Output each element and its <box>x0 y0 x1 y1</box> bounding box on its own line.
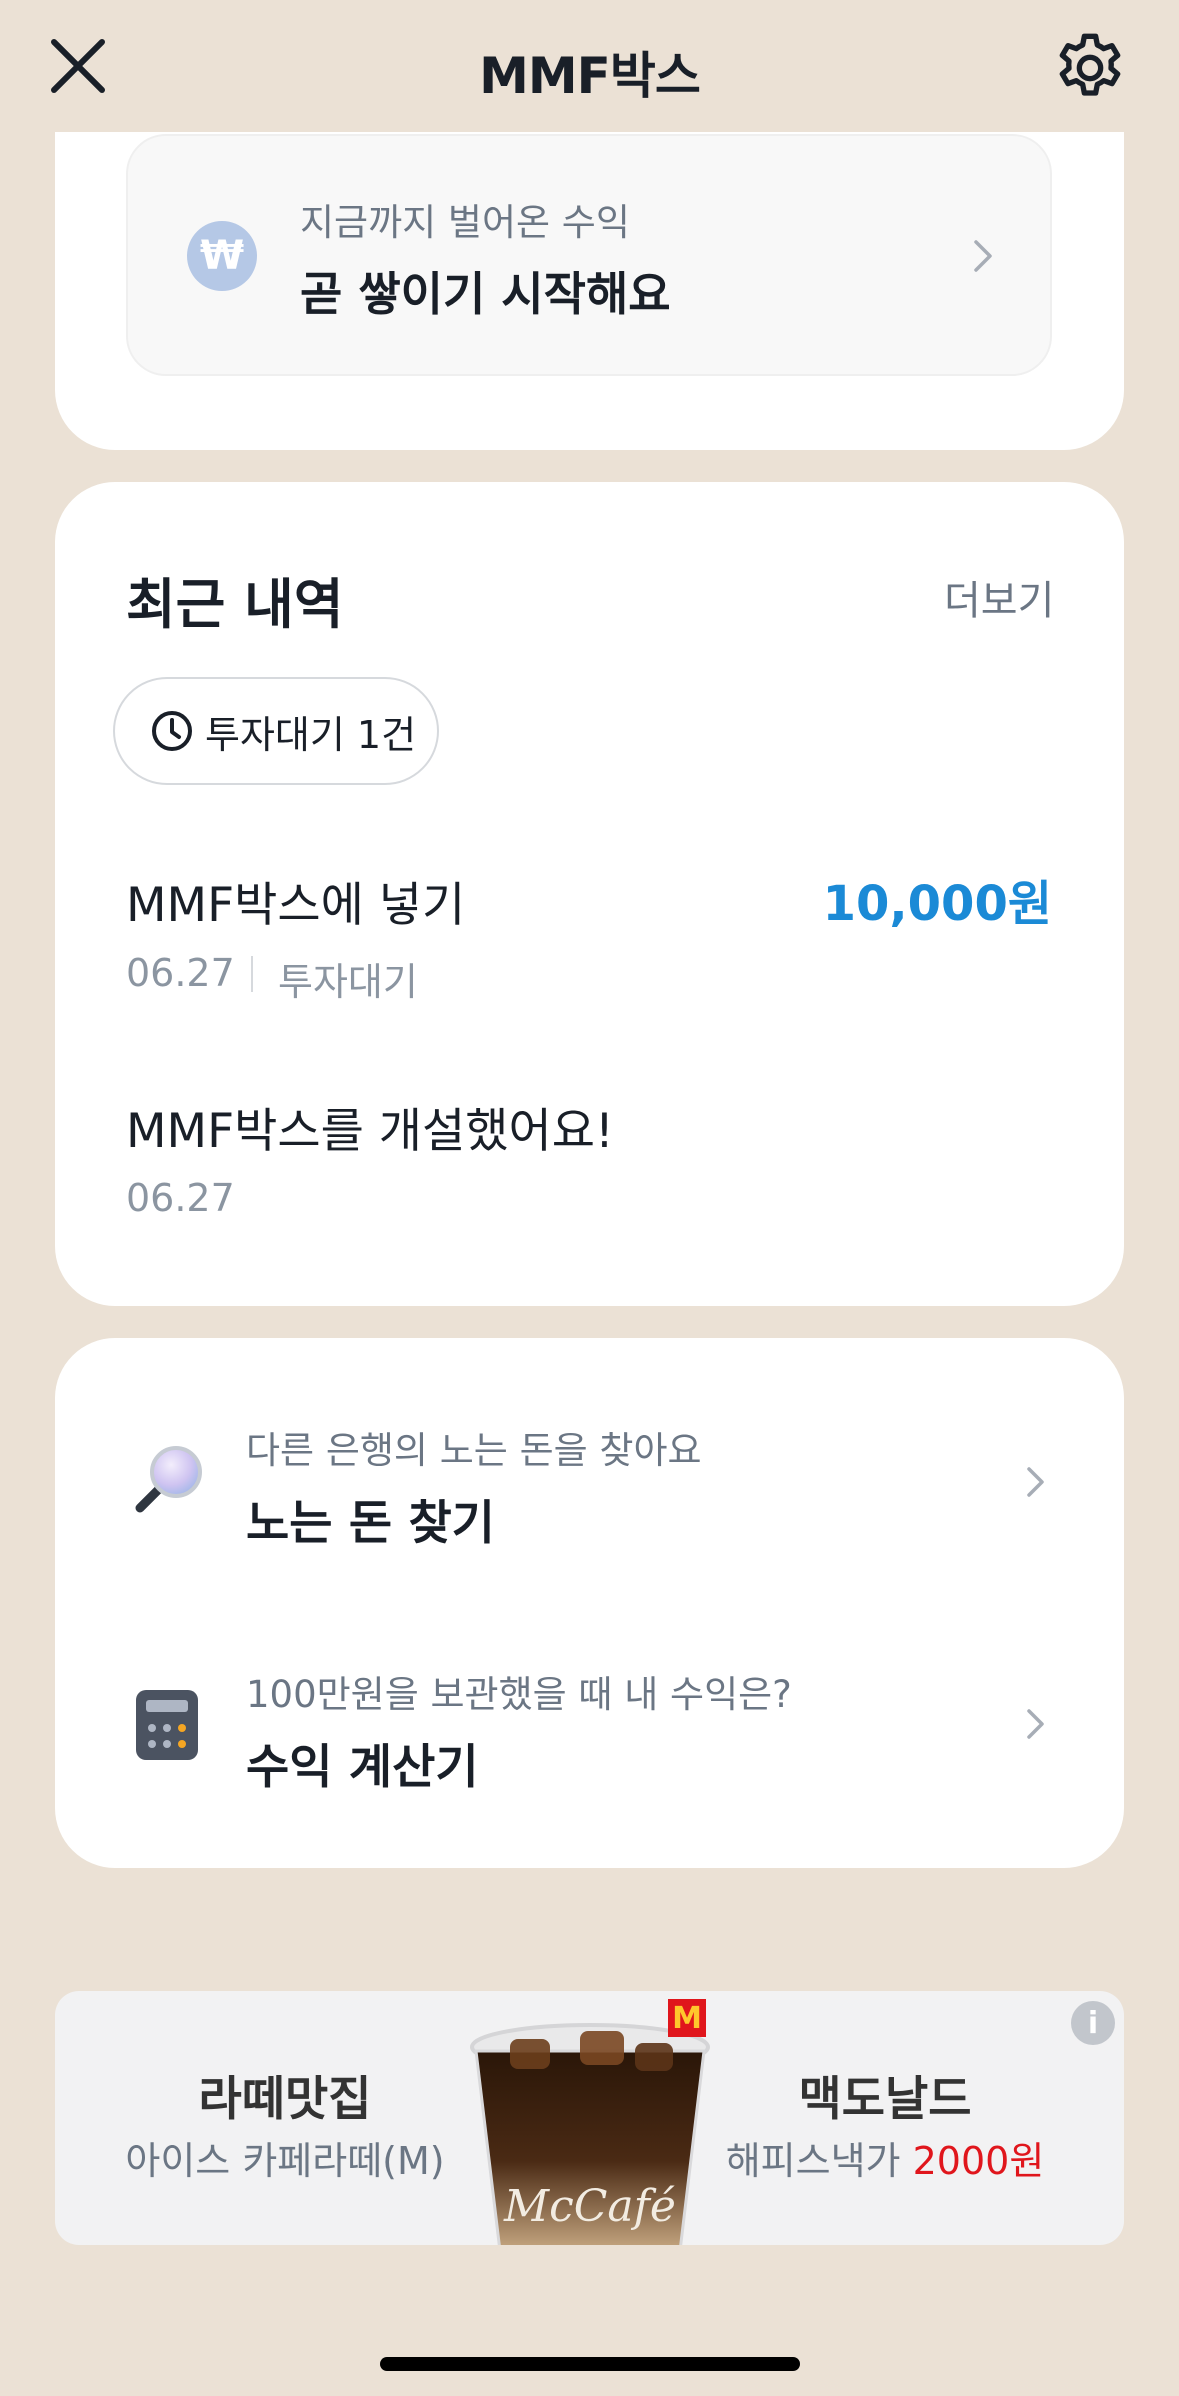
magnifier-icon <box>135 1446 202 1513</box>
earnings-summary-button[interactable] <box>126 134 1052 376</box>
chevron-right-icon <box>1027 1709 1044 1739</box>
home-indicator[interactable] <box>380 2357 800 2371</box>
settings-button[interactable] <box>1050 28 1130 108</box>
ad-price: 2000원 <box>912 2139 1045 2183</box>
ad-right-subtitle: 해피스낵가 2000원 <box>700 2130 1070 2185</box>
clock-icon <box>152 711 192 751</box>
earnings-subtitle: 지금까지 벌어온 수익 <box>300 201 630 244</box>
chevron-right-icon <box>974 240 992 272</box>
pending-chip-label: 투자대기 1건 <box>205 712 417 757</box>
ad-price-label: 해피스낵가 <box>725 2139 913 2183</box>
earnings-title: 곧 쌓이기 시작해요 <box>300 267 671 321</box>
cup-logo-text: McCafé <box>503 2181 676 2232</box>
menu-subtitle: 100만원을 보관했을 때 내 수익은? <box>246 1673 792 1716</box>
ad-left-subtitle: 아이스 카페라떼(M) <box>125 2139 445 2183</box>
page-title: MMF박스 <box>479 47 701 105</box>
transaction-date: 06.27 <box>126 1176 235 1220</box>
menu-subtitle: 다른 은행의 노는 돈을 찾아요 <box>246 1429 702 1472</box>
chevron-right-icon <box>1027 1467 1044 1497</box>
ad-left-title: 라떼맛집 <box>198 2072 372 2127</box>
transaction-status: 투자대기 <box>278 960 418 1004</box>
won-icon: ₩ <box>187 221 257 291</box>
transaction-title: MMF박스에 넣기 <box>126 878 466 933</box>
transaction-amount: 10,000원 <box>822 876 1052 932</box>
info-icon[interactable]: i <box>1071 2001 1115 2045</box>
iced-coffee-image: McCafé <box>470 2023 710 2245</box>
pending-filter-chip[interactable]: 투자대기 1건 <box>113 677 439 785</box>
divider <box>251 956 253 992</box>
transaction-date: 06.27 <box>126 951 235 995</box>
transaction-title: MMF박스를 개설했어요! <box>126 1104 614 1159</box>
recent-history-title: 최근 내역 <box>126 573 344 636</box>
ad-right-title: 맥도날드 <box>798 2072 972 2127</box>
mcdonalds-logo: M <box>668 1999 706 2037</box>
calculator-icon <box>136 1690 198 1760</box>
menu-title: 수익 계산기 <box>246 1740 479 1795</box>
gear-icon <box>1059 33 1121 96</box>
menu-title: 노는 돈 찾기 <box>246 1496 495 1551</box>
more-link[interactable]: 더보기 <box>944 568 1054 626</box>
